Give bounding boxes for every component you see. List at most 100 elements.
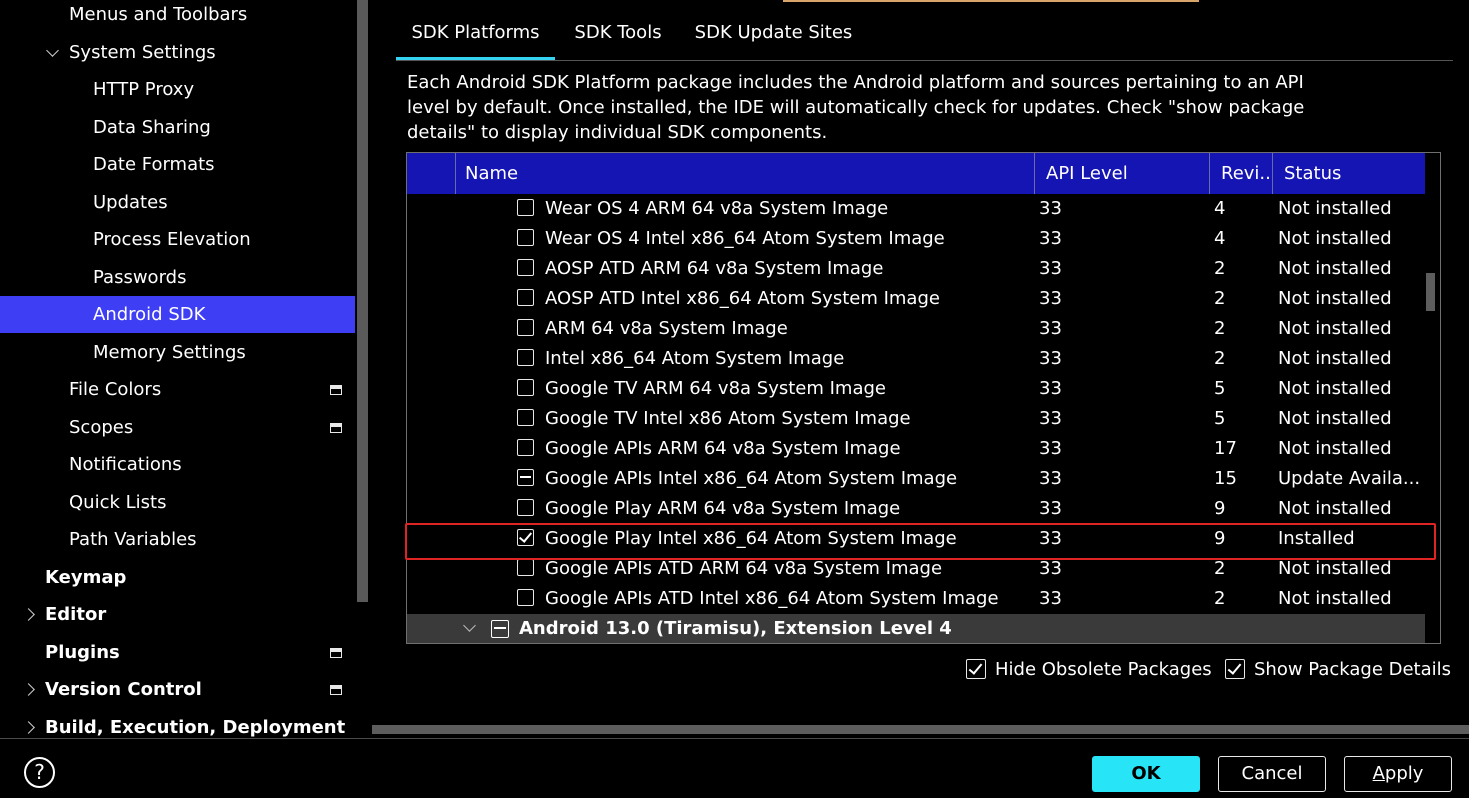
table-row[interactable]: AOSP ATD ARM 64 v8a System Image 33 2 Not i…	[407, 254, 1425, 284]
table-row[interactable]: Google APIs ARM 64 v8a System Image 33 17 N…	[407, 434, 1425, 464]
show-details-label: Show Package Details	[1254, 658, 1452, 680]
sidebar-item[interactable]: Date Formats	[0, 146, 355, 183]
table-row[interactable]: Google APIs Intel x86_64 Atom System Ima…	[407, 464, 1425, 494]
row-checkbox[interactable]	[517, 499, 534, 516]
sidebar-item[interactable]: Menus and Toolbars	[0, 0, 355, 33]
row-checkbox[interactable]	[517, 259, 534, 276]
sidebar-item[interactable]: Updates	[0, 184, 355, 221]
column-header-name[interactable]: Name	[465, 153, 1025, 194]
row-checkbox[interactable]	[517, 349, 534, 366]
hide-obsolete-label: Hide Obsolete Packages	[995, 658, 1212, 680]
table-scrollbar[interactable]	[1426, 273, 1435, 311]
row-checkbox[interactable]	[517, 199, 534, 216]
cell-api: 33	[1039, 198, 1062, 219]
chevron-down-icon[interactable]	[46, 43, 59, 57]
cell-rev: 4	[1214, 198, 1226, 219]
chevron-right-icon[interactable]	[22, 608, 35, 621]
show-details-option[interactable]: Show Package Details	[1225, 657, 1451, 681]
sidebar-item[interactable]: Process Elevation	[0, 221, 355, 258]
row-checkbox[interactable]	[517, 559, 534, 576]
sidebar-item[interactable]: HTTP Proxy	[0, 71, 355, 108]
cell-status: Not installed	[1278, 198, 1392, 219]
table-row[interactable]: Google Play Intel x86_64 Atom System Ima…	[407, 524, 1425, 554]
hide-obsolete-option[interactable]: Hide Obsolete Packages	[966, 657, 1212, 681]
table-row[interactable]: ARM 64 v8a System Image 33 2 Not installed	[407, 314, 1425, 344]
cell-rev: 2	[1214, 348, 1226, 369]
table-row[interactable]: Google APIs ATD Intel x86_64 Atom System…	[407, 584, 1425, 614]
sidebar-item[interactable]: File Colors	[0, 371, 355, 408]
tab-sdk-platforms[interactable]: SDK Platforms	[396, 14, 555, 60]
row-checkbox[interactable]	[517, 589, 534, 606]
sidebar-item[interactable]: Version Control	[0, 671, 355, 708]
settings-sidebar: Menus and Toolbars System Settings HTTP Pr…	[0, 0, 355, 738]
group-row-android-13-ext-4[interactable]: Android 13.0 (Tiramisu), Extension Level…	[407, 614, 1425, 643]
ok-button[interactable]: OK	[1092, 756, 1200, 792]
sidebar-item-label: Notifications	[69, 454, 182, 475]
cell-status: Not installed	[1278, 228, 1392, 249]
chevron-right-icon[interactable]	[22, 720, 35, 734]
apply-button[interactable]: Apply	[1344, 756, 1452, 792]
row-checkbox[interactable]	[517, 319, 534, 336]
sidebar-item[interactable]: Build, Execution, Deployment	[0, 709, 355, 739]
column-header-revision[interactable]: Revi...	[1221, 153, 1271, 194]
sidebar-item-label: Plugins	[45, 641, 120, 663]
row-checkbox[interactable]	[517, 439, 534, 456]
table-row[interactable]: Intel x86_64 Atom System Image 33 2 Not ins…	[407, 344, 1425, 374]
cell-rev: 9	[1214, 498, 1226, 519]
table-row[interactable]: Wear OS 4 ARM 64 v8a System Image 33 4 Not …	[407, 194, 1425, 224]
sidebar-item-label: Quick Lists	[69, 491, 167, 513]
table-row[interactable]: Google APIs ATD ARM 64 v8a System Image 3…	[407, 554, 1425, 584]
table-row[interactable]: AOSP ATD Intel x86_64 Atom System Image 3…	[407, 284, 1425, 314]
cell-name: AOSP ATD ARM 64 v8a System Image	[545, 258, 884, 279]
hide-obsolete-checkbox[interactable]	[966, 659, 986, 679]
sidebar-item[interactable]: Android SDK	[0, 296, 355, 333]
row-checkbox[interactable]	[517, 469, 534, 486]
cell-status: Not installed	[1278, 558, 1392, 579]
table-row[interactable]: Google TV ARM 64 v8a System Image 33 5 Not …	[407, 374, 1425, 404]
sidebar-item[interactable]: Keymap	[0, 559, 355, 596]
show-details-checkbox[interactable]	[1225, 659, 1245, 679]
chevron-down-icon[interactable]	[463, 619, 476, 632]
chevron-right-icon[interactable]	[22, 683, 35, 696]
table-row[interactable]: Google Play ARM 64 v8a System Image 33 9 No…	[407, 494, 1425, 524]
sidebar-item-label: Keymap	[45, 566, 127, 588]
cancel-button[interactable]: Cancel	[1218, 756, 1326, 792]
project-scope-icon	[330, 385, 342, 395]
row-checkbox[interactable]	[517, 229, 534, 246]
sidebar-scrollbar[interactable]	[357, 0, 368, 602]
footer-divider	[0, 738, 1469, 739]
top-accent-line	[783, 0, 1199, 2]
row-checkbox[interactable]	[517, 529, 534, 546]
sidebar-item[interactable]: Scopes	[0, 409, 355, 446]
cell-status: Not installed	[1278, 408, 1392, 429]
cell-api: 33	[1039, 378, 1062, 399]
table-row[interactable]: Google TV Intel x86 Atom System Image 33 5…	[407, 404, 1425, 434]
horizontal-scrollbar[interactable]	[372, 725, 1469, 734]
help-icon[interactable]: ?	[24, 757, 55, 788]
cell-rev: 5	[1214, 408, 1226, 429]
sidebar-item[interactable]: Memory Settings	[0, 334, 355, 371]
header-separator	[455, 153, 456, 194]
tab-sdk-update-sites[interactable]: SDK Update Sites	[681, 14, 866, 60]
row-checkbox[interactable]	[517, 289, 534, 306]
cell-status: Update Availa...	[1278, 468, 1421, 489]
sidebar-item[interactable]: Path Variables	[0, 521, 355, 558]
table-row[interactable]: Wear OS 4 Intel x86_64 Atom System Image…	[407, 224, 1425, 254]
column-header-api-level[interactable]: API Level	[1046, 153, 1206, 194]
sidebar-item[interactable]: Plugins	[0, 634, 355, 671]
column-header-status[interactable]: Status	[1284, 153, 1424, 194]
group-checkbox[interactable]	[491, 620, 509, 638]
sidebar-item[interactable]: System Settings	[0, 34, 355, 71]
sidebar-item[interactable]: Editor	[0, 596, 355, 633]
row-checkbox[interactable]	[517, 379, 534, 396]
sidebar-item[interactable]: Notifications	[0, 446, 355, 483]
sidebar-item[interactable]: Data Sharing	[0, 109, 355, 146]
row-checkbox[interactable]	[517, 409, 534, 426]
sidebar-item[interactable]: Passwords	[0, 259, 355, 296]
cell-api: 33	[1039, 318, 1062, 339]
sidebar-item[interactable]: Quick Lists	[0, 484, 355, 521]
sidebar-item-label: Scopes	[69, 416, 134, 438]
cell-api: 33	[1039, 558, 1062, 579]
cell-name: AOSP ATD Intel x86_64 Atom System Image	[545, 288, 940, 309]
tab-sdk-tools[interactable]: SDK Tools	[555, 14, 681, 60]
